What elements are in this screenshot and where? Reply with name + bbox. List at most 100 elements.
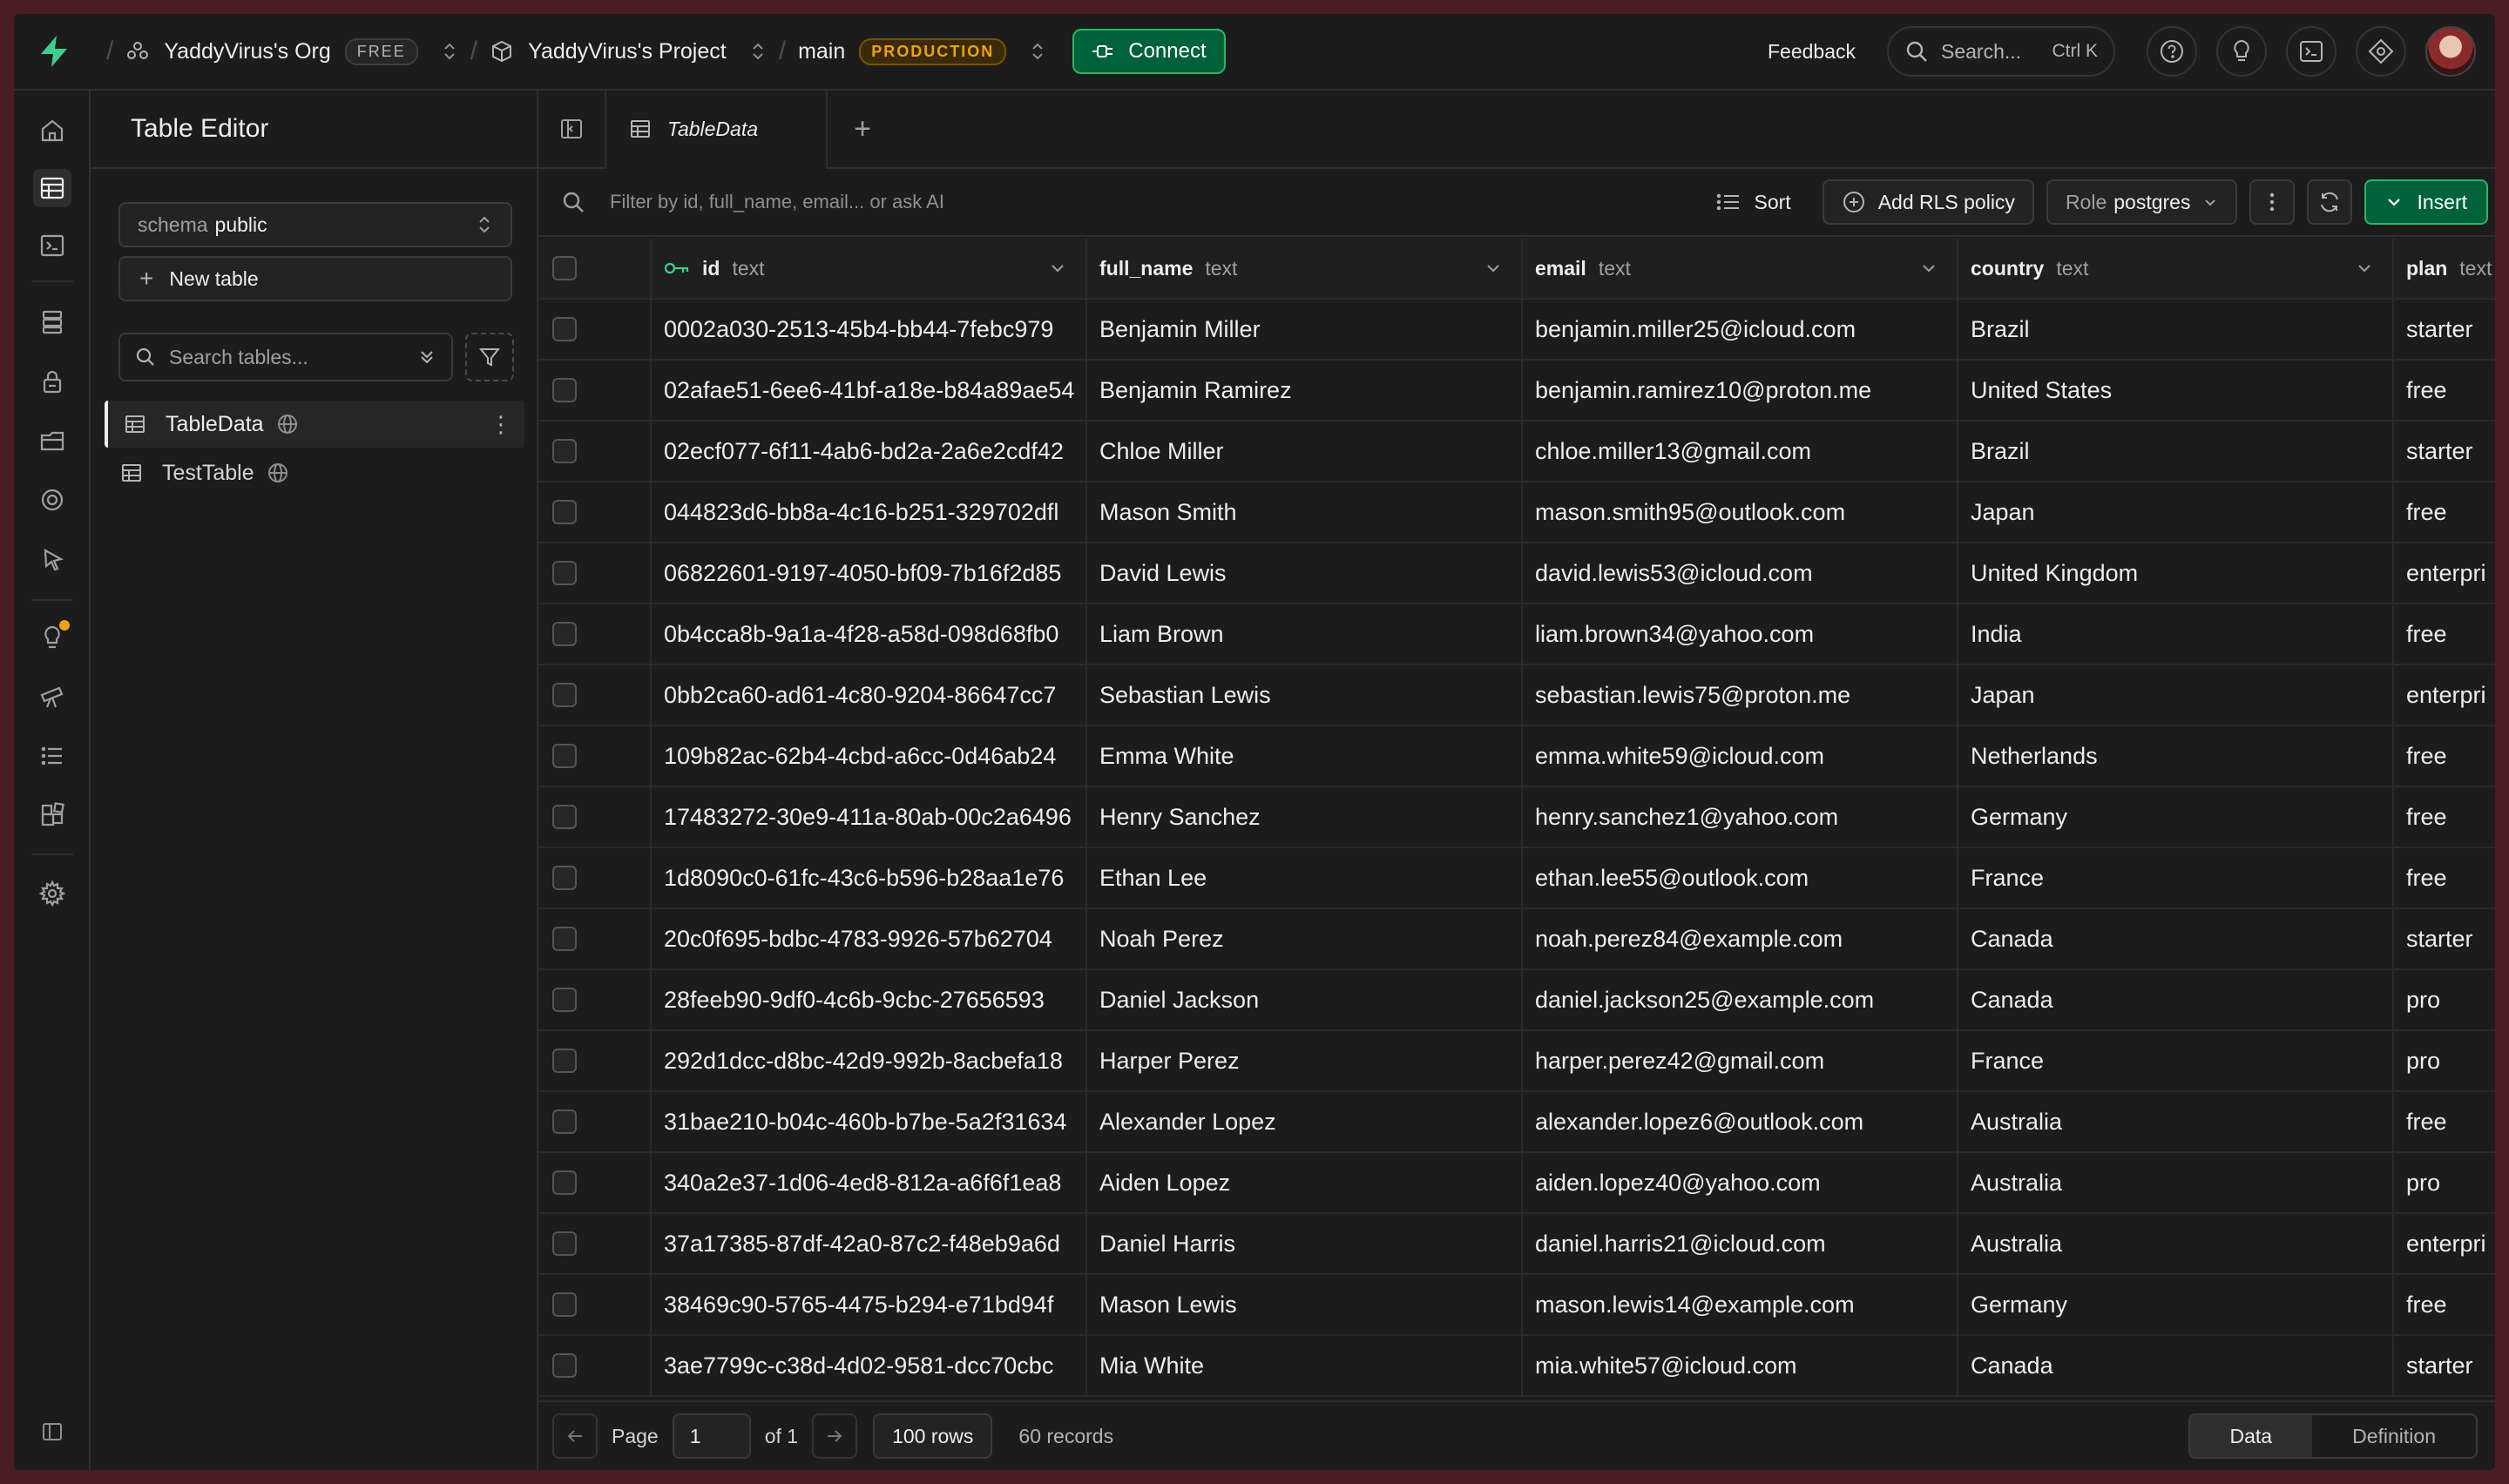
cell-full-name[interactable]: Daniel Jackson	[1087, 970, 1523, 1029]
column-header-full-name[interactable]: full_name text	[1087, 239, 1523, 298]
data-view-tab[interactable]: Data	[2189, 1415, 2313, 1457]
cell-country[interactable]: India	[1958, 604, 2394, 664]
advisor-button[interactable]	[2216, 26, 2267, 77]
sidebar-item-tabledata[interactable]: TableData ⋮	[105, 401, 524, 448]
sort-button[interactable]: Sort	[1716, 191, 1791, 214]
cell-country[interactable]: Japan	[1958, 665, 2394, 725]
org-selector[interactable]: YaddyVirus's Org FREE	[125, 37, 458, 65]
row-checkbox[interactable]	[552, 378, 577, 402]
cell-country[interactable]: Japan	[1958, 482, 2394, 542]
add-rls-policy-button[interactable]: Add RLS policy	[1822, 179, 2034, 225]
cell-email[interactable]: benjamin.miller25@icloud.com	[1523, 300, 1958, 359]
cell-plan[interactable]: free	[2394, 787, 2495, 847]
sidebar-item-testtable[interactable]: TestTable	[105, 449, 524, 496]
cell-plan[interactable]: enterpri	[2394, 1214, 2495, 1273]
column-header-email[interactable]: email text	[1523, 239, 1958, 298]
cell-plan[interactable]: pro	[2394, 1031, 2495, 1090]
table-row[interactable]: 20c0f695-bdbc-4783-9926-57b62704 Noah Per…	[538, 909, 2495, 970]
storage-icon[interactable]	[33, 422, 71, 460]
cell-plan[interactable]: starter	[2394, 909, 2495, 968]
cell-plan[interactable]: free	[2394, 1275, 2495, 1334]
org-updown-icon[interactable]	[441, 39, 458, 64]
table-row[interactable]: 31bae210-b04c-460b-b7be-5a2f31634 Alexand…	[538, 1092, 2495, 1153]
row-checkbox[interactable]	[552, 317, 577, 341]
cell-id[interactable]: 37a17385-87df-42a0-87c2-f48eb9a6d	[652, 1214, 1087, 1273]
observability-telescope-icon[interactable]	[33, 678, 71, 716]
settings-gear-icon[interactable]	[33, 874, 71, 913]
search-tables-input[interactable]: Search tables...	[118, 333, 453, 381]
cell-plan[interactable]: free	[2394, 1092, 2495, 1151]
cell-id[interactable]: 340a2e37-1d06-4ed8-812a-a6f6f1ea8	[652, 1153, 1087, 1212]
chevrons-down-icon[interactable]	[416, 347, 437, 368]
branch-selector[interactable]: main PRODUCTION	[798, 37, 1046, 65]
cell-email[interactable]: david.lewis53@icloud.com	[1523, 543, 1958, 603]
table-editor-icon[interactable]	[33, 169, 71, 207]
row-checkbox[interactable]	[552, 1353, 577, 1378]
cell-full-name[interactable]: Ethan Lee	[1087, 848, 1523, 907]
role-selector[interactable]: Role postgres	[2046, 179, 2238, 225]
home-icon[interactable]	[33, 111, 71, 150]
cell-email[interactable]: sebastian.lewis75@proton.me	[1523, 665, 1958, 725]
insert-button[interactable]: Insert	[2364, 179, 2488, 225]
cell-id[interactable]: 044823d6-bb8a-4c16-b251-329702dfl	[652, 482, 1087, 542]
table-row[interactable]: 292d1dcc-d8bc-42d9-992b-8acbefa18 Harper …	[538, 1031, 2495, 1092]
table-row[interactable]: 3ae7799c-c38d-4d02-9581-dcc70cbc Mia Whit…	[538, 1336, 2495, 1397]
cell-full-name[interactable]: Henry Sanchez	[1087, 787, 1523, 847]
more-options-button[interactable]	[2249, 179, 2296, 225]
chevron-down-icon[interactable]	[1484, 260, 1502, 277]
cell-full-name[interactable]: Mia White	[1087, 1336, 1523, 1395]
cell-country[interactable]: France	[1958, 1031, 2394, 1090]
cell-id[interactable]: 1d8090c0-61fc-43c6-b596-b28aa1e76	[652, 848, 1087, 907]
collapse-sidebar-icon[interactable]	[33, 1413, 71, 1451]
cell-plan[interactable]: free	[2394, 361, 2495, 420]
cell-plan[interactable]: starter	[2394, 422, 2495, 481]
cell-id[interactable]: 28feeb90-9df0-4c6b-9cbc-27656593	[652, 970, 1087, 1029]
row-checkbox[interactable]	[552, 622, 577, 646]
chevron-down-icon[interactable]	[1049, 260, 1066, 277]
cell-country[interactable]: Canada	[1958, 970, 2394, 1029]
cell-email[interactable]: mia.white57@icloud.com	[1523, 1336, 1958, 1395]
cell-id[interactable]: 0b4cca8b-9a1a-4f28-a58d-098d68fb0	[652, 604, 1087, 664]
page-input[interactable]: 1	[672, 1413, 751, 1459]
cell-id[interactable]: 0bb2ca60-ad61-4c80-9204-86647cc7	[652, 665, 1087, 725]
cell-plan[interactable]: free	[2394, 726, 2495, 786]
rows-per-page-button[interactable]: 100 rows	[873, 1413, 993, 1459]
project-selector[interactable]: YaddyVirus's Project	[490, 39, 767, 64]
realtime-icon[interactable]	[33, 481, 71, 519]
column-header-id[interactable]: id text	[652, 239, 1087, 298]
cell-country[interactable]: Canada	[1958, 1336, 2394, 1395]
filter-input[interactable]: Filter by id, full_name, email... or ask…	[610, 191, 944, 213]
table-row[interactable]: 38469c90-5765-4475-b294-e71bd94f Mason Le…	[538, 1275, 2495, 1336]
cell-country[interactable]: Australia	[1958, 1153, 2394, 1212]
cell-full-name[interactable]: David Lewis	[1087, 543, 1523, 603]
prev-page-button[interactable]	[552, 1413, 598, 1459]
cell-email[interactable]: henry.sanchez1@yahoo.com	[1523, 787, 1958, 847]
cell-full-name[interactable]: Mason Smith	[1087, 482, 1523, 542]
table-row[interactable]: 0bb2ca60-ad61-4c80-9204-86647cc7 Sebastia…	[538, 665, 2495, 726]
table-row[interactable]: 0b4cca8b-9a1a-4f28-a58d-098d68fb0 Liam Br…	[538, 604, 2495, 665]
cell-full-name[interactable]: Benjamin Ramirez	[1087, 361, 1523, 420]
cell-plan[interactable]: enterpri	[2394, 543, 2495, 603]
table-row[interactable]: 0002a030-2513-45b4-bb44-7febc979 Benjamin…	[538, 300, 2495, 361]
cell-id[interactable]: 20c0f695-bdbc-4783-9926-57b62704	[652, 909, 1087, 968]
cell-full-name[interactable]: Noah Perez	[1087, 909, 1523, 968]
cell-country[interactable]: Australia	[1958, 1214, 2394, 1273]
row-checkbox[interactable]	[552, 1292, 577, 1317]
cell-plan[interactable]: free	[2394, 604, 2495, 664]
cell-email[interactable]: chloe.miller13@gmail.com	[1523, 422, 1958, 481]
cell-id[interactable]: 02afae51-6ee6-41bf-a18e-b84a89ae54	[652, 361, 1087, 420]
cell-email[interactable]: emma.white59@icloud.com	[1523, 726, 1958, 786]
chevron-down-icon[interactable]	[2356, 260, 2373, 277]
global-search[interactable]: Search... Ctrl K	[1887, 26, 2115, 77]
row-checkbox[interactable]	[552, 561, 577, 585]
refresh-button[interactable]	[2307, 179, 2353, 225]
cell-country[interactable]: United States	[1958, 361, 2394, 420]
supabase-logo-icon[interactable]	[35, 32, 73, 71]
row-checkbox[interactable]	[552, 1170, 577, 1195]
cell-id[interactable]: 38469c90-5765-4475-b294-e71bd94f	[652, 1275, 1087, 1334]
cell-id[interactable]: 109b82ac-62b4-4cbd-a6cc-0d46ab24	[652, 726, 1087, 786]
cell-plan[interactable]: starter	[2394, 300, 2495, 359]
table-row[interactable]: 109b82ac-62b4-4cbd-a6cc-0d46ab24 Emma Whi…	[538, 726, 2495, 787]
cell-email[interactable]: mason.lewis14@example.com	[1523, 1275, 1958, 1334]
cell-full-name[interactable]: Mason Lewis	[1087, 1275, 1523, 1334]
